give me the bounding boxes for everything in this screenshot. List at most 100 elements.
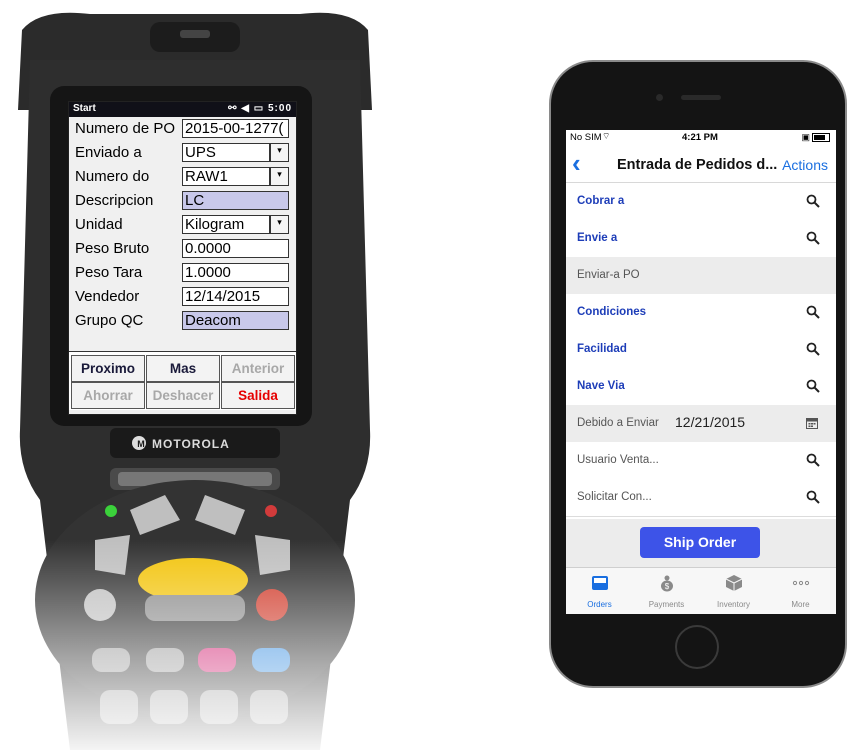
gross-weight-row: Peso Bruto 0.0000: [69, 238, 296, 261]
list-item[interactable]: Envie a: [566, 220, 836, 258]
chevron-down-icon[interactable]: ▾: [270, 143, 289, 162]
undo-button[interactable]: Deshacer: [146, 382, 220, 409]
item-number-select[interactable]: RAW1: [182, 167, 270, 186]
earpiece-speaker: [681, 95, 721, 100]
battery-icon: ▭: [253, 103, 265, 114]
page-title: Entrada de Pedidos d...: [617, 157, 778, 173]
list-item[interactable]: Facilidad: [566, 331, 836, 369]
tab-more[interactable]: More: [767, 568, 834, 614]
row-label: Enviar-a PO: [577, 269, 640, 281]
search-icon[interactable]: [806, 305, 820, 319]
connectivity-icon: ⚯: [228, 103, 238, 114]
description-field: LC: [182, 191, 289, 210]
shipped-to-select[interactable]: UPS: [182, 143, 270, 162]
field-label: Peso Bruto: [75, 240, 150, 257]
field-label: Grupo QC: [75, 312, 144, 329]
more-button[interactable]: Mas: [146, 355, 220, 382]
unit-select[interactable]: Kilogram: [182, 215, 270, 234]
payments-icon: $: [661, 575, 673, 592]
iphone-screen: No SIM ⌔ 4:21 PM ▣ ‹ Entrada de Pedidos …: [566, 130, 836, 614]
handheld-screen: Start ⚯ ◀ ▭ 5:00 Numero de PO 2015-00-12…: [68, 101, 297, 415]
orders-icon: [592, 576, 608, 590]
field-label: Vendedor: [75, 288, 140, 305]
clock: 4:21 PM: [682, 132, 718, 143]
search-icon[interactable]: [806, 194, 820, 208]
field-label: Unidad: [75, 216, 123, 233]
handheld-button-bar: Proximo Mas Anterior Ahorrar Deshacer Sa…: [69, 351, 296, 410]
vendor-row: Vendedor 12/14/2015: [69, 286, 296, 309]
home-button[interactable]: [675, 625, 719, 669]
qc-group-row: Grupo QC Deacom: [69, 310, 296, 333]
row-label: Envie a: [577, 232, 618, 244]
tab-payments[interactable]: $ Payments: [633, 568, 700, 614]
list-item[interactable]: Condiciones: [566, 294, 836, 332]
tab-label: More: [791, 600, 810, 609]
tab-inventory[interactable]: Inventory: [700, 568, 767, 614]
calendar-icon[interactable]: [806, 417, 818, 429]
status-icons: ⚯ ◀ ▭ 5:00: [228, 103, 292, 114]
front-camera: [656, 94, 663, 101]
next-button[interactable]: Proximo: [71, 355, 145, 382]
list-item[interactable]: Usuario Venta...: [566, 442, 836, 480]
row-label: Usuario Venta...: [577, 454, 659, 466]
chevron-down-icon[interactable]: ▾: [270, 215, 289, 234]
save-button[interactable]: Ahorrar: [71, 382, 145, 409]
list-item[interactable]: Cobrar a: [566, 183, 836, 221]
row-label: Facilidad: [577, 343, 627, 355]
navigation-bar: ‹ Entrada de Pedidos d... Actions: [566, 146, 836, 183]
search-icon[interactable]: [806, 231, 820, 245]
more-icon: [792, 580, 810, 586]
screen-lock-icon: ▣: [801, 132, 810, 142]
previous-button[interactable]: Anterior: [221, 355, 295, 382]
row-label: Cobrar a: [577, 195, 625, 207]
description-row: Descripcion LC: [69, 190, 296, 213]
search-icon[interactable]: [806, 342, 820, 356]
list-item[interactable]: Solicitar Con...: [566, 479, 836, 517]
search-icon[interactable]: [806, 490, 820, 504]
battery-icon: [812, 133, 830, 142]
row-label: Condiciones: [577, 306, 647, 318]
row-label: Nave Via: [577, 380, 625, 392]
ship-order-button[interactable]: Ship Order: [640, 527, 760, 558]
vendor-field[interactable]: 12/14/2015: [182, 287, 289, 306]
due-date-value[interactable]: 12/21/2015: [675, 414, 745, 430]
field-label: Peso Tara: [75, 264, 143, 281]
search-icon[interactable]: [806, 453, 820, 467]
qc-group-field: Deacom: [182, 311, 289, 330]
list-item[interactable]: Enviar-a PO: [566, 257, 836, 295]
list-item[interactable]: Debido a Enviar 12/21/2015: [566, 405, 836, 443]
volume-icon[interactable]: ◀: [241, 103, 250, 114]
carrier-label: No SIM: [570, 132, 602, 143]
field-label: Numero de PO: [75, 120, 176, 137]
iphone-status-bar: No SIM ⌔ 4:21 PM ▣: [566, 130, 836, 146]
svg-text:$: $: [665, 582, 670, 591]
shipped-to-row: Enviado a UPS ▾: [69, 142, 296, 165]
item-number-row: Numero do RAW1 ▾: [69, 166, 296, 189]
field-label: Numero do: [75, 168, 150, 185]
po-number-field[interactable]: 2015-00-1277(: [182, 119, 289, 138]
tab-orders[interactable]: Orders: [566, 568, 633, 614]
list-item[interactable]: Nave Via: [566, 368, 836, 406]
wifi-icon: ⌔: [602, 131, 611, 141]
clock: 5:00: [267, 103, 292, 114]
motorola-brand-label: MOTOROLA: [152, 437, 230, 451]
chevron-down-icon[interactable]: ▾: [270, 167, 289, 186]
start-menu[interactable]: Start: [73, 103, 96, 114]
po-number-row: Numero de PO 2015-00-1277(: [69, 118, 296, 141]
field-label: Enviado a: [75, 144, 142, 161]
tare-weight-row: Peso Tara 1.0000: [69, 262, 296, 285]
svg-text:M: M: [137, 439, 145, 449]
tab-label: Orders: [587, 600, 612, 609]
exit-button[interactable]: Salida: [221, 382, 295, 409]
back-chevron-icon[interactable]: ‹: [572, 148, 581, 178]
inventory-icon: [725, 575, 743, 591]
actions-button[interactable]: Actions: [782, 157, 828, 173]
handheld-status-bar: Start ⚯ ◀ ▭ 5:00: [69, 102, 296, 117]
row-label: Debido a Enviar: [577, 417, 659, 429]
tab-label: Inventory: [717, 600, 750, 609]
field-label: Descripcion: [75, 192, 154, 209]
search-icon[interactable]: [806, 379, 820, 393]
tab-label: Payments: [648, 600, 685, 609]
tare-weight-field[interactable]: 1.0000: [182, 263, 289, 282]
gross-weight-field[interactable]: 0.0000: [182, 239, 289, 258]
